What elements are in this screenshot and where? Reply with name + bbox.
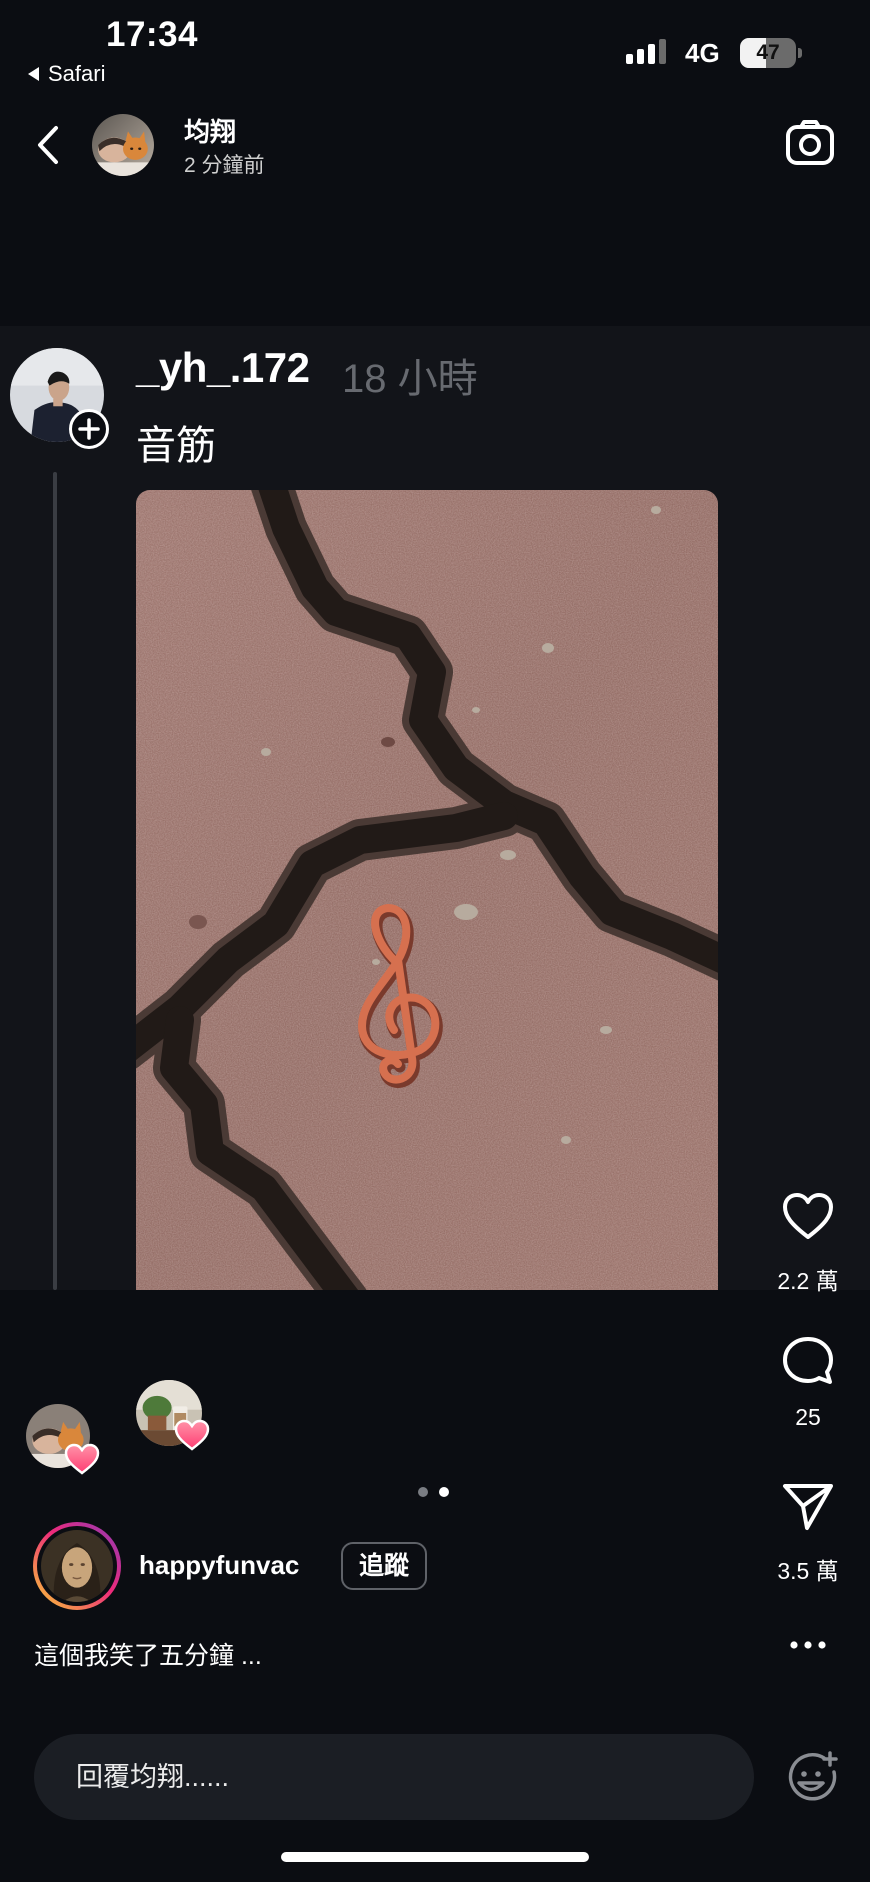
follow-plus-button[interactable]	[68, 408, 110, 450]
status-time: 17:34	[105, 15, 199, 54]
thread-line	[53, 472, 57, 1290]
emoji-reaction-button[interactable]	[784, 1750, 840, 1806]
author-story-ring[interactable]	[33, 1522, 121, 1610]
back-chevron-icon	[38, 126, 58, 164]
post-photo[interactable]	[136, 490, 718, 1290]
heart-icon	[783, 1193, 833, 1239]
plus-icon	[69, 409, 109, 449]
reaction-heart-icon	[174, 1418, 210, 1452]
like-count: 2.2 萬	[777, 1268, 839, 1294]
signal-icon	[626, 39, 670, 64]
paving-stone-photo	[136, 490, 718, 1290]
battery-icon: 47	[740, 38, 796, 68]
camera-button[interactable]	[784, 118, 836, 170]
back-app-label: Safari	[48, 61, 106, 86]
comment-button[interactable]	[781, 1334, 835, 1388]
carousel-dot-active[interactable]	[439, 1487, 449, 1497]
camera-icon	[786, 120, 834, 165]
home-indicator[interactable]	[281, 1852, 589, 1862]
emoji-add-icon	[788, 1751, 838, 1801]
share-count: 3.5 萬	[777, 1558, 839, 1584]
story-owner-name[interactable]: 均翔	[184, 112, 236, 149]
send-icon	[783, 1484, 833, 1530]
post-caption: 音筋	[136, 424, 216, 468]
post-author-username[interactable]: _yh_.172	[136, 344, 310, 392]
follow-button[interactable]: 追蹤	[341, 1542, 427, 1590]
author-username[interactable]: happyfunvac	[139, 1550, 299, 1581]
more-icon	[790, 1641, 826, 1649]
author-avatar[interactable]	[41, 1530, 113, 1602]
battery-nub	[798, 48, 802, 58]
carousel-dot[interactable]	[418, 1487, 428, 1497]
back-triangle-icon	[28, 67, 39, 81]
share-button[interactable]	[781, 1480, 835, 1534]
reply-bar[interactable]	[34, 1734, 754, 1820]
back-button[interactable]	[30, 122, 70, 168]
network-type: 4G	[685, 38, 720, 68]
post-timestamp: 18 小時	[342, 357, 478, 401]
back-to-app-link[interactable]: Safari	[26, 61, 105, 87]
reply-input[interactable]	[76, 1734, 716, 1820]
story-owner-avatar[interactable]	[92, 114, 154, 176]
comment-count: 25	[795, 1404, 821, 1430]
more-options-button[interactable]	[783, 1628, 833, 1662]
battery-level: 47	[756, 41, 780, 64]
story-timestamp: 2 分鐘前	[184, 154, 265, 177]
reaction-heart-icon	[64, 1442, 100, 1476]
comment-icon	[783, 1337, 833, 1384]
story-caption[interactable]: 這個我笑了五分鐘 ...	[34, 1636, 262, 1672]
like-button[interactable]	[781, 1190, 835, 1244]
